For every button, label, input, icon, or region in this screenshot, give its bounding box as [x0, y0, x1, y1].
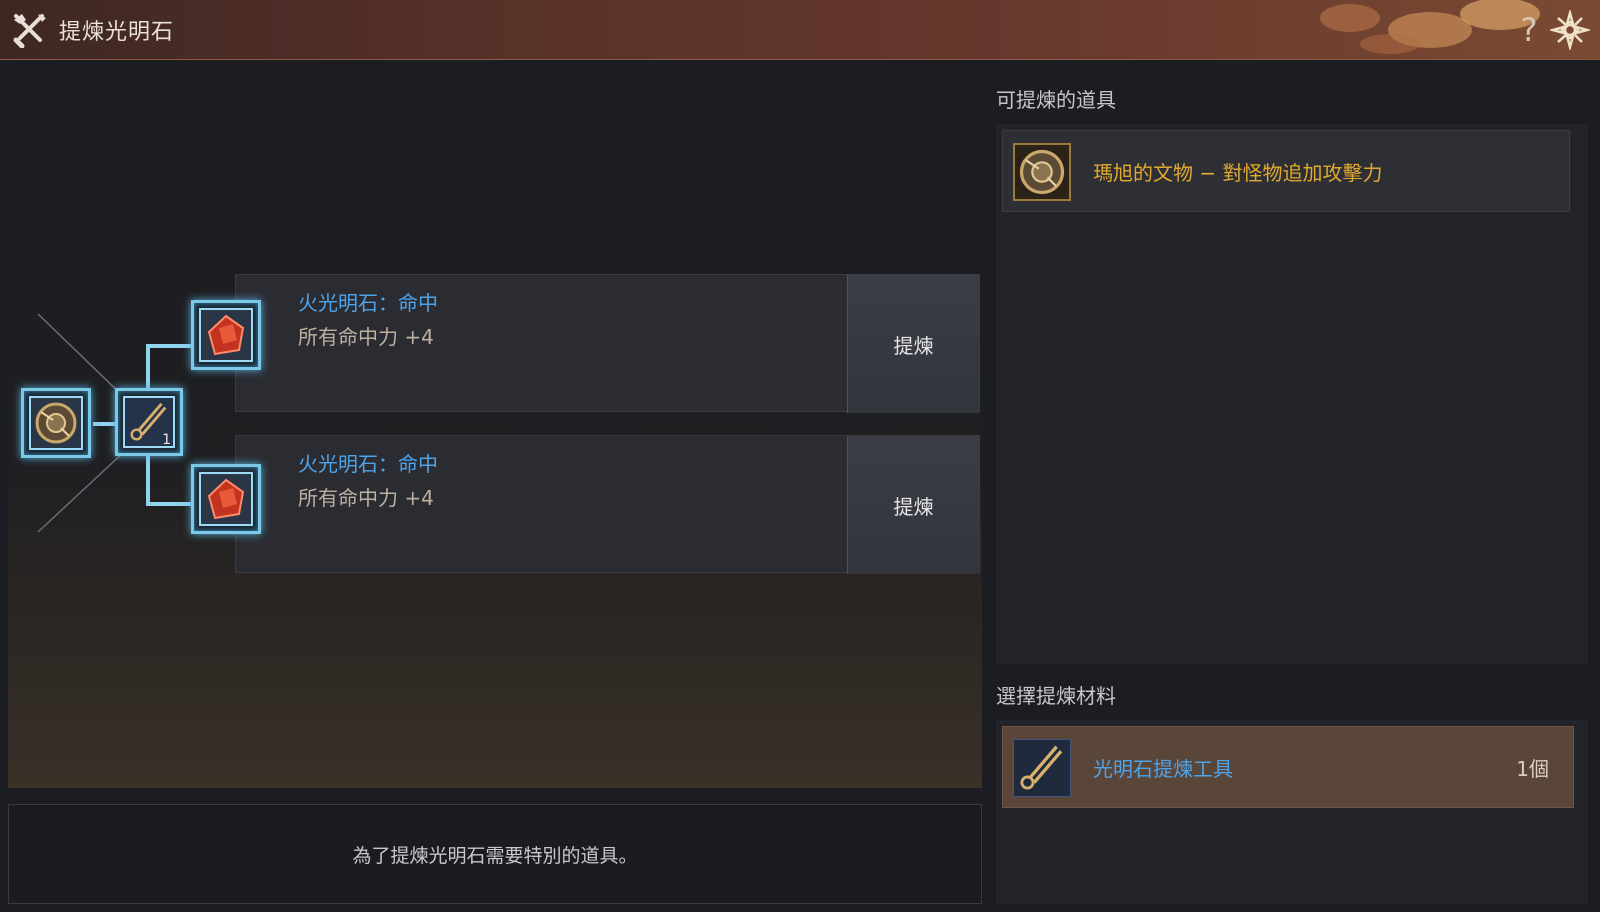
red-gem-icon — [207, 478, 245, 520]
materials-list: 光明石提煉工具 1個 — [996, 720, 1588, 904]
refining-tool-icon — [1020, 745, 1063, 790]
refinable-items-list: 瑪旭的文物 − 對怪物追加攻擊力 — [996, 124, 1588, 664]
refinable-items-label: 可提煉的道具 — [996, 88, 1116, 112]
tool-count: 1 — [162, 432, 171, 448]
message-box: 為了提煉光明石需要特別的道具。 — [8, 804, 982, 904]
tool-slot[interactable]: 1 — [115, 388, 183, 456]
refine-button[interactable]: 提煉 — [847, 436, 979, 574]
refine-tree-panel: 1 火光明石：命中 所有命中力 +4 提煉 火光明石：命中 所有命中力 +4 提… — [8, 74, 982, 788]
result-gem-slot[interactable] — [191, 464, 261, 534]
result-name: 火光明石：命中 — [298, 452, 438, 476]
settings-flower-icon[interactable] — [1550, 10, 1590, 50]
result-desc: 所有命中力 +4 — [298, 486, 434, 510]
material-icon-frame — [1013, 739, 1071, 797]
list-item[interactable]: 瑪旭的文物 − 對怪物追加攻擊力 — [1002, 130, 1570, 212]
result-desc: 所有命中力 +4 — [298, 325, 434, 349]
cloud-decoration — [1320, 0, 1540, 54]
material-item[interactable]: 光明石提煉工具 1個 — [1002, 726, 1574, 808]
crossed-tools-icon — [13, 14, 46, 48]
message-text: 為了提煉光明石需要特別的道具。 — [352, 844, 638, 867]
red-gem-icon — [207, 314, 245, 356]
source-item-slot[interactable] — [21, 388, 91, 458]
item-icon-frame — [1013, 143, 1071, 201]
material-count: 1個 — [1516, 757, 1549, 781]
window-title: 提煉光明石 — [59, 20, 175, 45]
refine-button[interactable]: 提煉 — [847, 275, 979, 413]
materials-label: 選擇提煉材料 — [996, 684, 1116, 708]
result-gem-slot[interactable] — [191, 300, 261, 370]
relic-icon — [1019, 149, 1065, 195]
result-row: 火光明石：命中 所有命中力 +4 提煉 — [235, 435, 980, 574]
result-name: 火光明石：命中 — [298, 291, 438, 315]
result-row: 火光明石：命中 所有命中力 +4 提煉 — [235, 274, 980, 413]
material-name: 光明石提煉工具 — [1093, 757, 1233, 781]
title-bar: 提煉光明石 ? — [0, 0, 1600, 60]
help-button[interactable]: ? — [1514, 10, 1544, 50]
item-name: 瑪旭的文物 − 對怪物追加攻擊力 — [1093, 161, 1383, 185]
relic-icon — [35, 402, 77, 444]
